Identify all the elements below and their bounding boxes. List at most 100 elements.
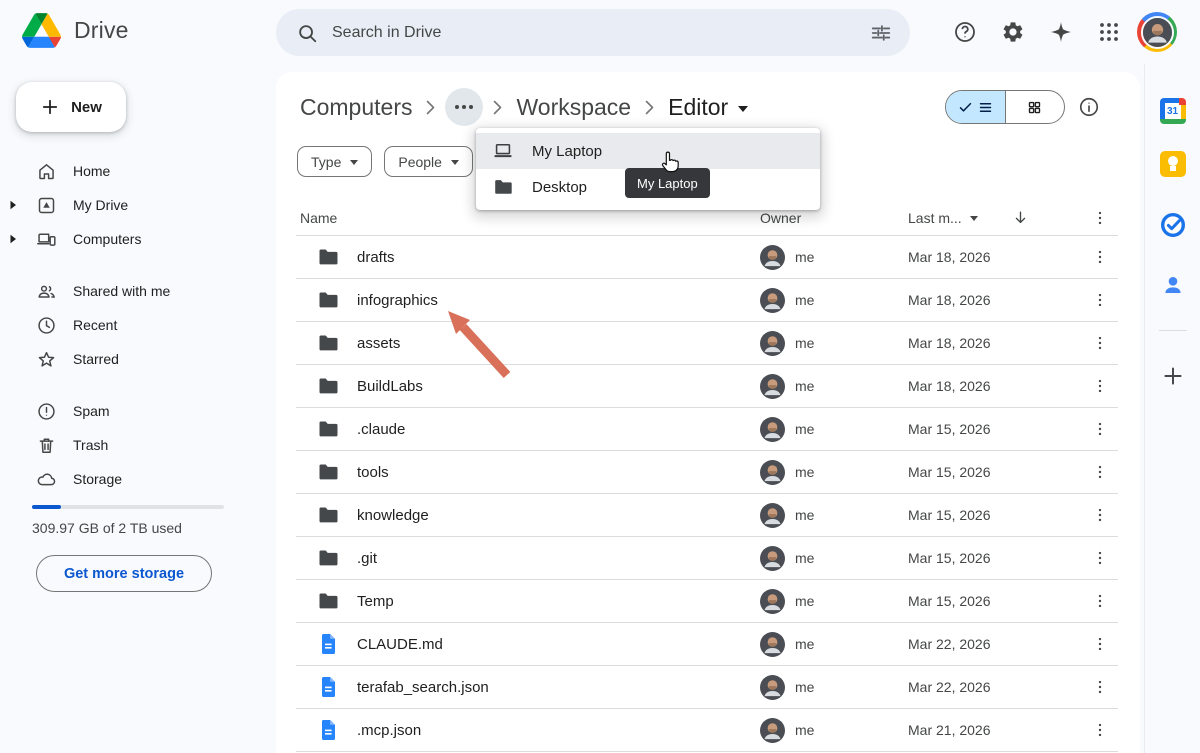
caret-down-icon	[350, 160, 358, 165]
menu-item-my-laptop[interactable]: My Laptop	[476, 133, 820, 169]
google-apps-button[interactable]	[1089, 13, 1128, 52]
file-name-cell: knowledge	[296, 503, 760, 527]
table-row[interactable]: .claudemeMar 15, 2026	[296, 408, 1118, 451]
search-bar[interactable]: Search in Drive	[276, 9, 910, 56]
help-button[interactable]	[945, 13, 984, 52]
row-menu-button[interactable]	[1082, 635, 1118, 653]
sort-direction-icon[interactable]	[1012, 209, 1029, 226]
tasks-icon	[1160, 212, 1186, 238]
table-row[interactable]: infographicsmeMar 18, 2026	[296, 279, 1118, 322]
sidebar-item-storage[interactable]: Storage	[0, 462, 264, 496]
breadcrumb: Computers Workspace Editor	[296, 87, 752, 127]
file-name: tools	[357, 464, 389, 481]
chevron-right-icon	[645, 100, 654, 115]
account-avatar[interactable]	[1137, 12, 1177, 52]
column-header-owner[interactable]: Owner	[760, 210, 908, 226]
row-menu-button[interactable]	[1082, 592, 1118, 610]
table-row[interactable]: BuildLabsmeMar 18, 2026	[296, 365, 1118, 408]
breadcrumb-workspace[interactable]: Workspace	[512, 92, 635, 123]
file-name: knowledge	[357, 507, 429, 524]
folder-icon	[316, 331, 340, 355]
row-menu-button[interactable]	[1082, 678, 1118, 696]
breadcrumb-current-folder[interactable]: Editor	[664, 92, 752, 123]
row-menu-button[interactable]	[1082, 463, 1118, 481]
grid-view-button[interactable]	[1006, 91, 1065, 123]
owner-name: me	[795, 249, 814, 265]
sidebar-item-recent[interactable]: Recent	[0, 308, 264, 342]
filter-chip-people[interactable]: People	[384, 146, 473, 177]
modified-date: Mar 22, 2026	[908, 636, 1082, 652]
owner-name: me	[795, 636, 814, 652]
folder-icon	[316, 417, 340, 441]
file-name: assets	[357, 335, 400, 352]
filter-chip-label: People	[398, 154, 442, 170]
trash-icon	[36, 435, 57, 456]
more-vert-icon	[1091, 721, 1109, 739]
sidebar-item-label: Computers	[73, 231, 141, 247]
left-sidebar: New HomeMy Drive Computers Shared with meR…	[0, 64, 276, 753]
keep-button[interactable]	[1153, 144, 1193, 184]
table-header-menu[interactable]	[1082, 209, 1118, 227]
sidebar-item-home[interactable]: Home	[0, 154, 264, 188]
breadcrumb-computers[interactable]: Computers	[296, 92, 416, 123]
expand-caret-icon[interactable]	[8, 234, 18, 244]
column-header-name[interactable]: Name	[296, 210, 760, 226]
table-row[interactable]: terafab_search.jsonmeMar 22, 2026	[296, 666, 1118, 709]
search-options-icon[interactable]	[870, 22, 892, 44]
table-row[interactable]: .mcp.jsonmeMar 21, 2026	[296, 709, 1118, 752]
row-menu-button[interactable]	[1082, 377, 1118, 395]
search-icon[interactable]	[296, 22, 318, 44]
owner-name: me	[795, 378, 814, 394]
sidebar-item-my-drive[interactable]: My Drive	[0, 188, 264, 222]
table-row[interactable]: TempmeMar 15, 2026	[296, 580, 1118, 623]
row-menu-button[interactable]	[1082, 549, 1118, 567]
add-panel-app-button[interactable]	[1153, 356, 1193, 396]
folder-icon	[316, 546, 340, 570]
owner-cell: me	[760, 331, 908, 356]
sidebar-item-computers[interactable]: Computers	[0, 222, 264, 256]
table-row[interactable]: toolsmeMar 15, 2026	[296, 451, 1118, 494]
row-menu-button[interactable]	[1082, 248, 1118, 266]
gemini-button[interactable]	[1041, 13, 1080, 52]
owner-name: me	[795, 507, 814, 523]
table-row[interactable]: knowledgemeMar 15, 2026	[296, 494, 1118, 537]
file-name-cell: assets	[296, 331, 760, 355]
table-row[interactable]: CLAUDE.mdmeMar 22, 2026	[296, 623, 1118, 666]
calendar-button[interactable]: 31	[1153, 91, 1193, 131]
owner-cell: me	[760, 503, 908, 528]
expand-caret-icon[interactable]	[8, 200, 18, 210]
file-name: .claude	[357, 421, 405, 438]
column-header-modified[interactable]: Last m...	[908, 209, 1082, 226]
row-menu-button[interactable]	[1082, 291, 1118, 309]
owner-name: me	[795, 550, 814, 566]
view-toggle	[945, 90, 1065, 124]
storage-progress-fill	[32, 505, 61, 509]
contacts-button[interactable]	[1153, 265, 1193, 305]
table-row[interactable]: .gitmeMar 15, 2026	[296, 537, 1118, 580]
row-menu-button[interactable]	[1082, 506, 1118, 524]
filter-chip-type[interactable]: Type	[297, 146, 372, 177]
breadcrumb-ellipsis-button[interactable]	[445, 88, 483, 126]
sidebar-item-spam[interactable]: Spam	[0, 394, 264, 428]
folder-icon	[316, 503, 340, 527]
contacts-icon	[1160, 272, 1186, 298]
sidebar-item-starred[interactable]: Starred	[0, 342, 264, 376]
filter-chip-label: Type	[311, 154, 341, 170]
list-view-button[interactable]	[946, 91, 1006, 123]
sidebar-item-trash[interactable]: Trash	[0, 428, 264, 462]
tasks-button[interactable]	[1153, 205, 1193, 245]
drive-logo[interactable]: Drive	[22, 13, 129, 48]
table-row[interactable]: draftsmeMar 18, 2026	[296, 236, 1118, 279]
row-menu-button[interactable]	[1082, 334, 1118, 352]
table-row[interactable]: assetsmeMar 18, 2026	[296, 322, 1118, 365]
my-drive-icon	[36, 195, 57, 216]
row-menu-button[interactable]	[1082, 420, 1118, 438]
get-more-storage-button[interactable]: Get more storage	[36, 555, 212, 592]
google-drive-app: { "app": { "name": "Drive" }, "header": …	[0, 0, 1200, 753]
settings-button[interactable]	[993, 13, 1032, 52]
details-button[interactable]	[1078, 96, 1100, 118]
new-button[interactable]: New	[16, 82, 126, 132]
plus-icon	[40, 97, 60, 117]
sidebar-item-shared-with-me[interactable]: Shared with me	[0, 274, 264, 308]
row-menu-button[interactable]	[1082, 721, 1118, 739]
